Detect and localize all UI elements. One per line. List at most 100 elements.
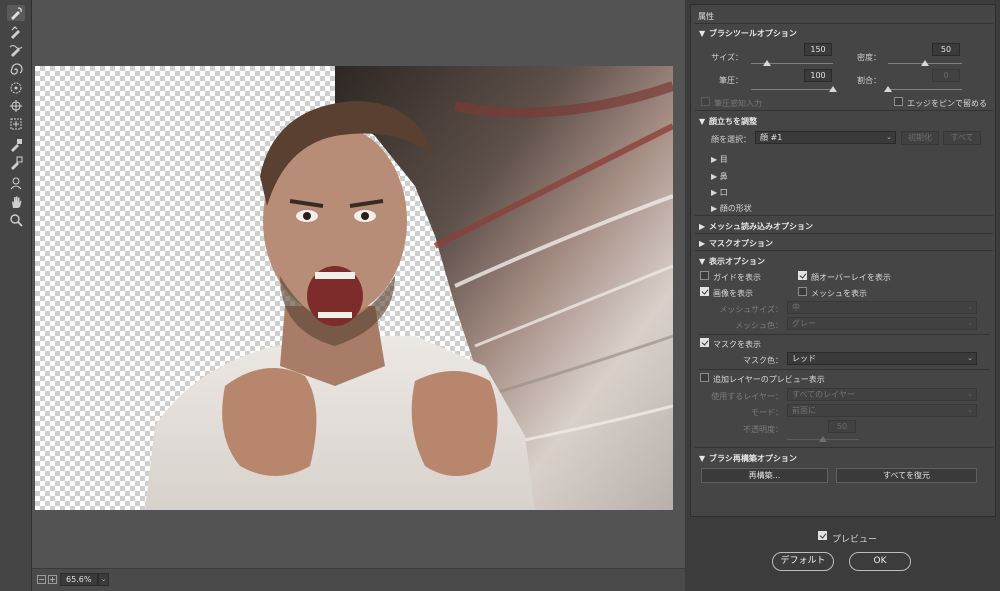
reset-all-faces-button[interactable]: すべて: [943, 131, 981, 145]
divider: [695, 233, 993, 234]
section-title: 顔立ちを調整: [709, 117, 757, 126]
zoom-in-button[interactable]: +: [48, 575, 57, 584]
section-mask-options[interactable]: ▶ マスクオプション: [699, 238, 773, 249]
chevron-down-icon: ⌄: [967, 303, 973, 311]
zoom-level-field[interactable]: 65.6%: [60, 573, 98, 586]
section-brush-tool-options[interactable]: ▼ ブラシツールオプション: [699, 28, 797, 39]
divider: [695, 250, 993, 251]
mesh-color-value: グレー: [792, 319, 816, 328]
canvas-area[interactable]: − + 65.6% ⌄: [32, 0, 685, 591]
divider: [699, 369, 989, 370]
zoom-icon[interactable]: [7, 212, 25, 228]
mode-dropdown[interactable]: 前面に ⌄: [787, 404, 977, 417]
rate-slider[interactable]: [884, 86, 962, 92]
reconstruct-icon[interactable]: [7, 24, 25, 40]
show-face-overlay-label: 顔オーバーレイを表示: [811, 273, 891, 282]
push-left-icon[interactable]: [7, 116, 25, 132]
hand-icon[interactable]: [7, 194, 25, 210]
mask-color-dropdown[interactable]: レッド ⌄: [787, 352, 977, 365]
triangle-right-icon: ▶: [699, 239, 706, 248]
triangle-right-icon: ▶: [711, 204, 720, 213]
zoom-dropdown-icon[interactable]: ⌄: [98, 573, 109, 586]
divider: [699, 334, 989, 335]
opacity-input[interactable]: 50: [828, 420, 856, 433]
section-title: マスクオプション: [709, 239, 773, 248]
show-mask-checkbox[interactable]: [700, 338, 709, 347]
triangle-right-icon: ▶: [711, 172, 720, 181]
status-bar: − + 65.6% ⌄: [32, 568, 685, 591]
chevron-down-icon: ⌄: [967, 319, 973, 327]
chevron-down-icon: ⌄: [967, 390, 973, 398]
zoom-out-button[interactable]: −: [37, 575, 46, 584]
mesh-size-label: メッシュサイズ：: [719, 305, 783, 314]
stylus-pressure-checkbox[interactable]: [701, 97, 710, 106]
twirl-icon[interactable]: [7, 62, 25, 78]
triangle-right-icon: ▶: [711, 188, 720, 197]
section-view-options[interactable]: ▼ 表示オプション: [699, 256, 765, 267]
size-label: サイズ：: [711, 53, 743, 62]
restore-all-button[interactable]: すべてを復元: [836, 468, 977, 483]
density-input[interactable]: 50: [932, 43, 960, 56]
mask-color-label: マスク色：: [743, 356, 783, 365]
smooth-icon[interactable]: [7, 42, 25, 58]
ok-button[interactable]: OK: [849, 552, 911, 571]
mesh-size-dropdown[interactable]: 中 ⌄: [787, 301, 977, 314]
show-face-overlay-checkbox[interactable]: [798, 271, 807, 280]
pucker-icon[interactable]: [7, 80, 25, 96]
show-backdrop-checkbox[interactable]: [700, 373, 709, 382]
face-item-eyes[interactable]: ▶ 目: [711, 154, 728, 165]
show-mesh-label: メッシュを表示: [811, 289, 867, 298]
divider: [695, 215, 993, 216]
show-image-label: 画像を表示: [713, 289, 753, 298]
section-title: メッシュ読み込みオプション: [709, 222, 813, 231]
use-layer-dropdown[interactable]: すべてのレイヤー ⌄: [787, 388, 977, 401]
density-slider[interactable]: [888, 60, 962, 66]
mesh-color-dropdown[interactable]: グレー ⌄: [787, 317, 977, 330]
face-item-shape[interactable]: ▶ 顔の形状: [711, 203, 752, 214]
pin-edges-checkbox[interactable]: [894, 97, 903, 106]
document-image[interactable]: [35, 66, 673, 510]
triangle-down-icon: ▼: [699, 29, 706, 38]
use-layer-value: すべてのレイヤー: [792, 390, 855, 399]
section-brush-reconstruct[interactable]: ▼ ブラシ再構築オプション: [699, 453, 797, 464]
preview-checkbox[interactable]: [818, 531, 827, 540]
reset-face-button[interactable]: 初期化: [901, 131, 939, 145]
opacity-slider[interactable]: [787, 436, 859, 442]
show-mesh-checkbox[interactable]: [798, 287, 807, 296]
reconstruct-button[interactable]: 再構築...: [701, 468, 828, 483]
default-button[interactable]: デフォルト: [772, 552, 834, 571]
section-load-mesh[interactable]: ▶ メッシュ読み込みオプション: [699, 221, 813, 232]
panel-title: 属性: [698, 12, 714, 21]
opacity-label: 不透明度：: [743, 425, 783, 434]
rate-input[interactable]: 0: [932, 69, 960, 82]
size-input[interactable]: 150: [804, 43, 832, 56]
freeze-mask-icon[interactable]: [7, 137, 25, 153]
show-image-checkbox[interactable]: [700, 287, 709, 296]
thaw-mask-icon[interactable]: [7, 155, 25, 171]
size-slider[interactable]: [751, 60, 833, 66]
pressure-input[interactable]: 100: [804, 69, 832, 82]
face-item-mouth[interactable]: ▶ 口: [711, 187, 728, 198]
pressure-slider[interactable]: [751, 86, 837, 92]
pin-edges-label: エッジをピンで留める: [907, 99, 987, 108]
show-guides-checkbox[interactable]: [700, 271, 709, 280]
select-face-label: 顔を選択：: [711, 135, 751, 144]
triangle-down-icon: ▼: [699, 454, 706, 463]
select-face-dropdown[interactable]: 顔 #1 ⌄: [755, 131, 896, 144]
face-tool-icon[interactable]: [7, 175, 25, 191]
face-item-nose[interactable]: ▶ 鼻: [711, 171, 728, 182]
triangle-right-icon: ▶: [711, 155, 720, 164]
forward-warp-icon[interactable]: [7, 5, 25, 21]
mode-label: モード：: [751, 408, 783, 417]
chevron-down-icon: ⌄: [886, 133, 892, 141]
stylus-pressure-label: 筆圧感知入力: [714, 99, 762, 108]
chevron-down-icon: ⌄: [967, 406, 973, 414]
tool-bar: [0, 0, 32, 591]
mask-color-value: レッド: [792, 354, 816, 363]
section-face-aware[interactable]: ▼ 顔立ちを調整: [699, 116, 757, 127]
mesh-color-label: メッシュ色：: [735, 321, 783, 330]
chevron-down-icon: ⌄: [967, 354, 973, 362]
divider: [695, 447, 993, 448]
bloat-icon[interactable]: [7, 98, 25, 114]
triangle-right-icon: ▶: [699, 222, 706, 231]
